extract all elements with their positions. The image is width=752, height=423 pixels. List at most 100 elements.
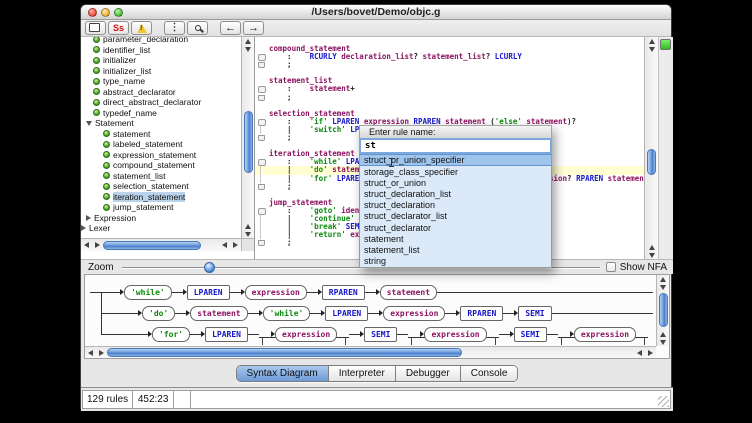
scroll-right-icon[interactable] [92, 241, 103, 249]
diagram-node-token[interactable]: RPAREN [322, 285, 365, 300]
fold-gutter-icon[interactable] [255, 94, 269, 102]
diagram-node-token[interactable]: SEMI [518, 306, 551, 321]
diagram-node-rule[interactable]: expression [245, 285, 307, 300]
tab-interpreter[interactable]: Interpreter [329, 366, 396, 381]
diagram-node-rule[interactable]: statement [190, 306, 247, 321]
suggestion-item[interactable]: struct_or_union_specifier [360, 154, 551, 166]
scroll-down-icon[interactable] [646, 45, 657, 53]
fold-gutter-icon[interactable] [255, 223, 269, 231]
scroll-right-icon[interactable] [645, 349, 656, 357]
code-line[interactable]: ; [255, 94, 644, 102]
back-button[interactable]: ← [220, 21, 241, 35]
fold-gutter-icon[interactable] [255, 175, 269, 183]
suggestion-item[interactable]: struct_declaration [360, 200, 551, 211]
tree-rule-row[interactable]: abstract_declarator [81, 87, 241, 98]
fold-gutter-icon[interactable] [255, 134, 269, 142]
title-bar[interactable]: /Users/bovet/Demo/objc.g [81, 5, 671, 20]
tree-rule-row[interactable]: statement_list [81, 171, 241, 182]
fold-gutter-icon[interactable] [255, 166, 269, 174]
diagram-node-rule[interactable]: expression [574, 327, 636, 342]
tree-group-row[interactable]: Expression [81, 213, 241, 224]
tree-rule-row[interactable]: type_name [81, 76, 241, 87]
scrollbar-thumb[interactable] [647, 149, 656, 175]
diagram-vertical-scrollbar[interactable] [656, 275, 669, 346]
suggestion-item[interactable]: struct_declaration_list [360, 188, 551, 199]
tree-rule-row[interactable]: iteration_statement [81, 192, 241, 203]
scroll-right-icon[interactable] [96, 349, 107, 357]
suggestion-item[interactable]: statement_list [360, 244, 551, 255]
triangle-collapsed-icon[interactable] [86, 215, 91, 221]
scrollbar-thumb[interactable] [103, 241, 201, 250]
scroll-down-icon[interactable] [658, 283, 669, 291]
scroll-left-icon[interactable] [85, 349, 96, 357]
warnings-button[interactable] [131, 21, 152, 35]
suggestion-item[interactable]: statement [360, 233, 551, 244]
triangle-expanded-icon[interactable] [86, 121, 92, 126]
tree-group-row[interactable]: Statement [81, 118, 241, 129]
scroll-down-icon[interactable] [243, 230, 254, 238]
scrollbar-thumb[interactable] [107, 348, 462, 357]
scrollbar-thumb[interactable] [244, 111, 253, 173]
syntax-coloring-button[interactable]: Ss [108, 21, 129, 35]
scroll-up-icon[interactable] [658, 275, 669, 283]
scroll-left-icon[interactable] [219, 241, 230, 249]
diagram-node-literal[interactable]: 'do' [142, 306, 175, 321]
find-button[interactable] [187, 21, 208, 35]
diagram-node-token[interactable]: LPAREN [205, 327, 248, 342]
diagram-node-rule[interactable]: expression [383, 306, 445, 321]
code-line[interactable]: : statement+ [255, 85, 644, 93]
scroll-up-icon[interactable] [646, 243, 657, 251]
suggestion-item[interactable]: storage_class_specifier [360, 166, 551, 177]
scroll-up-icon[interactable] [243, 37, 254, 45]
scroll-up-icon[interactable] [646, 37, 657, 45]
triangle-collapsed-icon[interactable] [81, 225, 86, 231]
diagram-node-token[interactable]: SEMI [364, 327, 397, 342]
tree-rule-row[interactable]: identifier_list [81, 45, 241, 56]
diagram-node-rule[interactable]: expression [424, 327, 486, 342]
scroll-up-icon[interactable] [658, 330, 669, 338]
code-line[interactable]: ; [255, 61, 644, 69]
tree-rule-row[interactable]: typedef_name [81, 108, 241, 119]
fold-gutter-icon[interactable] [255, 158, 269, 166]
diagram-node-rule[interactable]: statement [380, 285, 437, 300]
show-nfa-checkbox[interactable] [606, 262, 616, 272]
suggestion-item[interactable]: struct_or_union [360, 177, 551, 188]
diagram-node-literal[interactable]: 'for' [152, 327, 190, 342]
tree-rule-row[interactable]: compound_statement [81, 160, 241, 171]
diagram-node-token[interactable]: LPAREN [187, 285, 230, 300]
slider-thumb[interactable] [204, 262, 215, 273]
rule-name-input[interactable] [359, 138, 552, 154]
tree-group-row[interactable]: Lexer [81, 223, 241, 234]
tree-rule-row[interactable]: expression_statement [81, 150, 241, 161]
code-line[interactable]: : RCURLY declaration_list? statement_lis… [255, 53, 644, 61]
tree-rule-row[interactable]: initializer_list [81, 66, 241, 77]
tree-rule-row[interactable]: parameter_declaration [81, 37, 241, 45]
marks-button[interactable]: ⋮ [164, 21, 185, 35]
tab-syntax-diagram[interactable]: Syntax Diagram [237, 366, 329, 381]
tree-rule-row[interactable]: direct_abstract_declarator [81, 97, 241, 108]
fold-gutter-icon[interactable] [255, 183, 269, 191]
scroll-down-icon[interactable] [243, 45, 254, 53]
tab-console[interactable]: Console [461, 366, 518, 381]
suggestion-item[interactable]: struct_declarator [360, 222, 551, 233]
sidebar-horizontal-scrollbar[interactable] [81, 238, 241, 251]
tree-rule-row[interactable]: initializer [81, 55, 241, 66]
scroll-right-icon[interactable] [230, 241, 241, 249]
suggestion-item[interactable]: string [360, 256, 551, 267]
fold-gutter-icon[interactable] [255, 85, 269, 93]
scroll-left-icon[interactable] [81, 241, 92, 249]
fold-gutter-icon[interactable] [255, 207, 269, 215]
resize-grip[interactable] [658, 396, 669, 407]
scroll-down-icon[interactable] [646, 251, 657, 259]
diagram-node-token[interactable]: RPAREN [460, 306, 503, 321]
suggestion-item[interactable]: struct_declarator_list [360, 211, 551, 222]
scroll-up-icon[interactable] [243, 222, 254, 230]
fold-gutter-icon[interactable] [255, 215, 269, 223]
fold-gutter-icon[interactable] [255, 239, 269, 247]
grammar-health-indicator[interactable] [660, 39, 671, 50]
forward-button[interactable]: → [243, 21, 264, 35]
tree-rule-row[interactable]: selection_statement [81, 181, 241, 192]
diagram-node-literal[interactable]: 'while' [263, 306, 311, 321]
sidebar-vertical-scrollbar[interactable] [241, 37, 254, 238]
fold-gutter-icon[interactable] [255, 126, 269, 134]
